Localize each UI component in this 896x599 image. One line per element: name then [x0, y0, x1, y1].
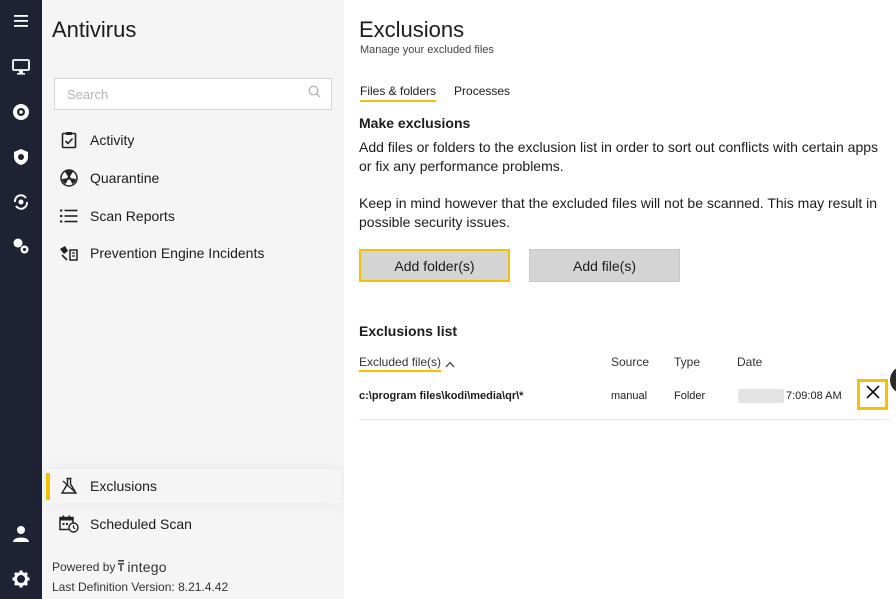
- sidebar-title: Antivirus: [52, 17, 137, 42]
- column-header-date[interactable]: Date: [737, 355, 762, 369]
- edge-handle: [890, 366, 896, 394]
- virusbarrier-icon[interactable]: [0, 97, 42, 127]
- menu-icon[interactable]: [0, 6, 42, 36]
- powered-by-text: Powered by: [52, 560, 116, 574]
- exclusions-list-title: Exclusions list: [359, 323, 458, 339]
- main-content: Exclusions Manage your excluded files Fi…: [344, 0, 896, 599]
- sync-icon[interactable]: [0, 187, 42, 217]
- gear-icon[interactable]: [0, 564, 42, 594]
- column-header-type[interactable]: Type: [674, 355, 700, 369]
- definition-version: Last Definition Version: 8.21.4.42: [52, 580, 229, 594]
- sidebar-item-quarantine[interactable]: Quarantine: [46, 161, 342, 195]
- brand-name: intego: [127, 559, 167, 575]
- shield-icon[interactable]: [0, 142, 42, 172]
- security-warning: Keep in mind however that the excluded f…: [359, 195, 878, 230]
- add-folder-button[interactable]: Add folder(s): [359, 249, 510, 282]
- sidebar-item-label: Quarantine: [90, 170, 160, 186]
- intego-logo-icon: [118, 560, 125, 574]
- clipboard-icon: [54, 131, 84, 149]
- column-header-excluded-files[interactable]: Excluded file(s): [359, 355, 455, 372]
- sidebar-item-exclusions[interactable]: Exclusions: [46, 469, 342, 503]
- sidebar-item-label: Scheduled Scan: [90, 516, 192, 532]
- tab-processes[interactable]: Processes: [454, 84, 510, 102]
- monitor-icon[interactable]: [0, 52, 42, 82]
- row-time: 7:09:08 AM: [786, 390, 842, 402]
- sidebar-item-prevention-engine-incidents[interactable]: Prevention Engine Incidents: [46, 236, 342, 270]
- page-title: Exclusions: [359, 17, 465, 42]
- close-icon: [865, 385, 880, 404]
- row-type: Folder: [674, 390, 706, 402]
- redacted-date: [738, 389, 784, 403]
- powered-by: Powered by intego: [52, 559, 167, 575]
- app-rail: [0, 0, 42, 599]
- sidebar-item-scan-reports[interactable]: Scan Reports: [46, 199, 342, 233]
- flask-icon: [54, 477, 84, 495]
- tab-files-folders[interactable]: Files & folders: [360, 84, 437, 102]
- sidebar-item-label: Activity: [90, 132, 135, 148]
- make-exclusions-title: Make exclusions: [359, 115, 471, 131]
- list-icon: [54, 209, 84, 223]
- page-subtitle: Manage your excluded files: [360, 44, 494, 56]
- sidebar-item-label: Exclusions: [90, 478, 157, 494]
- sidebar-item-label: Prevention Engine Incidents: [90, 245, 265, 261]
- column-header-label: Excluded file(s): [359, 355, 442, 372]
- search-input[interactable]: [67, 86, 308, 102]
- remove-exclusion-button[interactable]: [857, 379, 888, 410]
- radiation-icon: [54, 169, 84, 187]
- sort-ascending-icon: [445, 357, 455, 371]
- sidebar-item-label: Scan Reports: [90, 208, 175, 224]
- calendar-clock-icon: [54, 515, 84, 533]
- row-divider: [359, 419, 890, 420]
- column-header-source[interactable]: Source: [611, 355, 649, 369]
- make-exclusions-description: Add files or folders to the exclusion li…: [359, 139, 879, 174]
- add-file-button[interactable]: Add file(s): [529, 249, 680, 282]
- user-icon[interactable]: [0, 519, 42, 549]
- sidebar-item-activity[interactable]: Activity: [46, 123, 342, 157]
- incident-icon: [54, 245, 84, 261]
- search-box[interactable]: [54, 78, 332, 110]
- sidebar: Antivirus Activity Quarantine Scan Repor…: [42, 0, 344, 599]
- sidebar-item-scheduled-scan[interactable]: Scheduled Scan: [46, 507, 342, 541]
- row-source: manual: [611, 390, 648, 402]
- search-icon[interactable]: [308, 85, 321, 103]
- row-path[interactable]: c:\program files\kodi\media\qr\*: [359, 390, 523, 402]
- settings-group-icon[interactable]: [0, 231, 42, 261]
- tab-bar: Files & folders Processes: [360, 84, 510, 102]
